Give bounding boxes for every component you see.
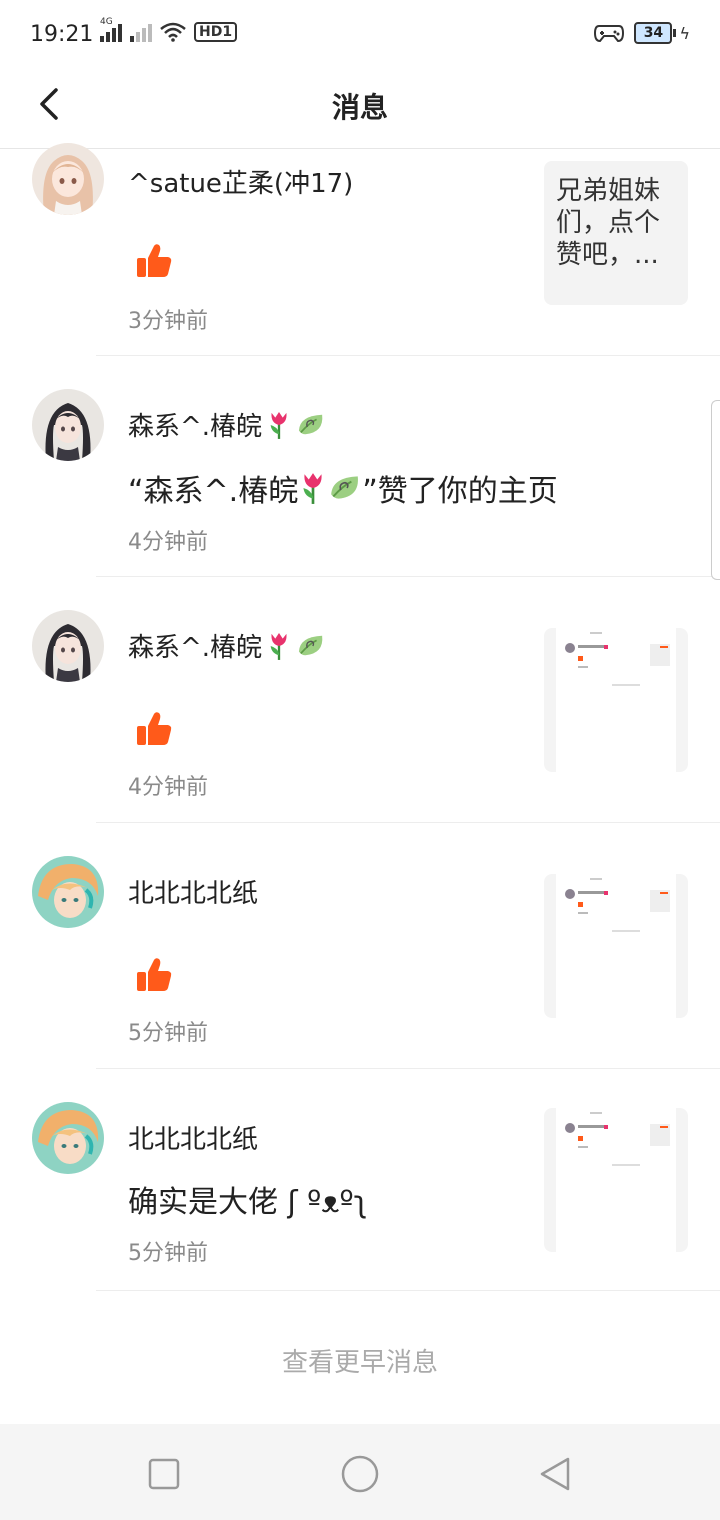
avatar[interactable] [32,143,104,215]
timestamp: 3分钟前 [128,309,208,334]
cellular-signal-icon: 4G [100,17,122,42]
tulip-emoji-icon [266,631,292,661]
post-preview[interactable]: 兄弟姐妹们，点个赞吧，... [544,161,688,305]
triangle-back-icon[interactable] [536,1454,576,1494]
page-title: 消息 [331,91,388,124]
notification-content: 确实是大佬 ʃ ºᴥºʅ [128,1185,368,1220]
list-item[interactable]: 北北北北纸 确实是大佬 ʃ ºᴥºʅ 5分钟前 [0,1069,720,1291]
avatar[interactable] [32,856,104,928]
gamepad-icon [594,25,625,43]
sender-name: ^satue芷柔(冲17) [128,169,354,199]
notification-content: “森系^.椿皖 ”赞了你的主页 [128,466,558,510]
sender-name: 森系^.椿皖 [128,627,326,664]
wifi-icon [160,22,186,42]
header: 消息 [0,72,720,149]
post-thumbnail[interactable] [544,874,688,1018]
timestamp: 4分钟前 [128,775,208,800]
circle-icon[interactable] [340,1454,380,1494]
view-earlier-messages-link[interactable]: 查看更早消息 [0,1342,720,1379]
timestamp: 5分钟前 [128,1241,208,1266]
avatar[interactable] [32,389,104,461]
status-icons-right: 34 ϟ [594,22,690,44]
battery-icon: 34 ϟ [634,22,690,44]
charging-icon: ϟ [679,23,690,43]
list-item[interactable]: 森系^.椿皖 “森系^.椿皖 ”赞了你的主页 4分钟前 [0,356,720,577]
list-item[interactable]: 森系^.椿皖 4分钟前 [0,577,720,823]
avatar[interactable] [32,1102,104,1174]
thumbs-up-icon [134,709,174,749]
sender-name: 北北北北纸 [128,879,259,909]
hd-voice-icon: HD1 [194,22,238,42]
thumbs-up-icon [134,241,174,281]
status-bar: 19:21 4G HD1 34 ϟ [0,0,720,72]
post-thumbnail[interactable] [544,1108,688,1252]
timestamp: 5分钟前 [128,1021,208,1046]
list-item[interactable]: 北北北北纸 5分钟前 [0,823,720,1069]
square-icon[interactable] [144,1454,184,1494]
status-icons-left: 4G HD1 [100,17,238,42]
status-time: 19:21 [30,22,94,47]
avatar[interactable] [32,610,104,682]
divider [96,1290,720,1291]
sender-name: 森系^.椿皖 [128,406,326,443]
tulip-emoji-icon [298,471,328,505]
post-thumbnail[interactable] [544,628,688,772]
system-nav-bar [0,1424,720,1520]
cellular-signal-2-icon [130,22,152,42]
sender-name: 北北北北纸 [128,1125,259,1155]
thumbs-up-icon [134,955,174,995]
tulip-emoji-icon [266,410,292,440]
timestamp: 4分钟前 [128,530,208,555]
leaf-emoji-icon [296,633,326,659]
leaf-emoji-icon [296,412,326,438]
leaf-emoji-icon [328,473,362,503]
list-item[interactable]: ^satue芷柔(冲17) 3分钟前 兄弟姐妹们，点个赞吧，... [0,149,720,356]
side-drawer-handle[interactable] [711,400,720,580]
